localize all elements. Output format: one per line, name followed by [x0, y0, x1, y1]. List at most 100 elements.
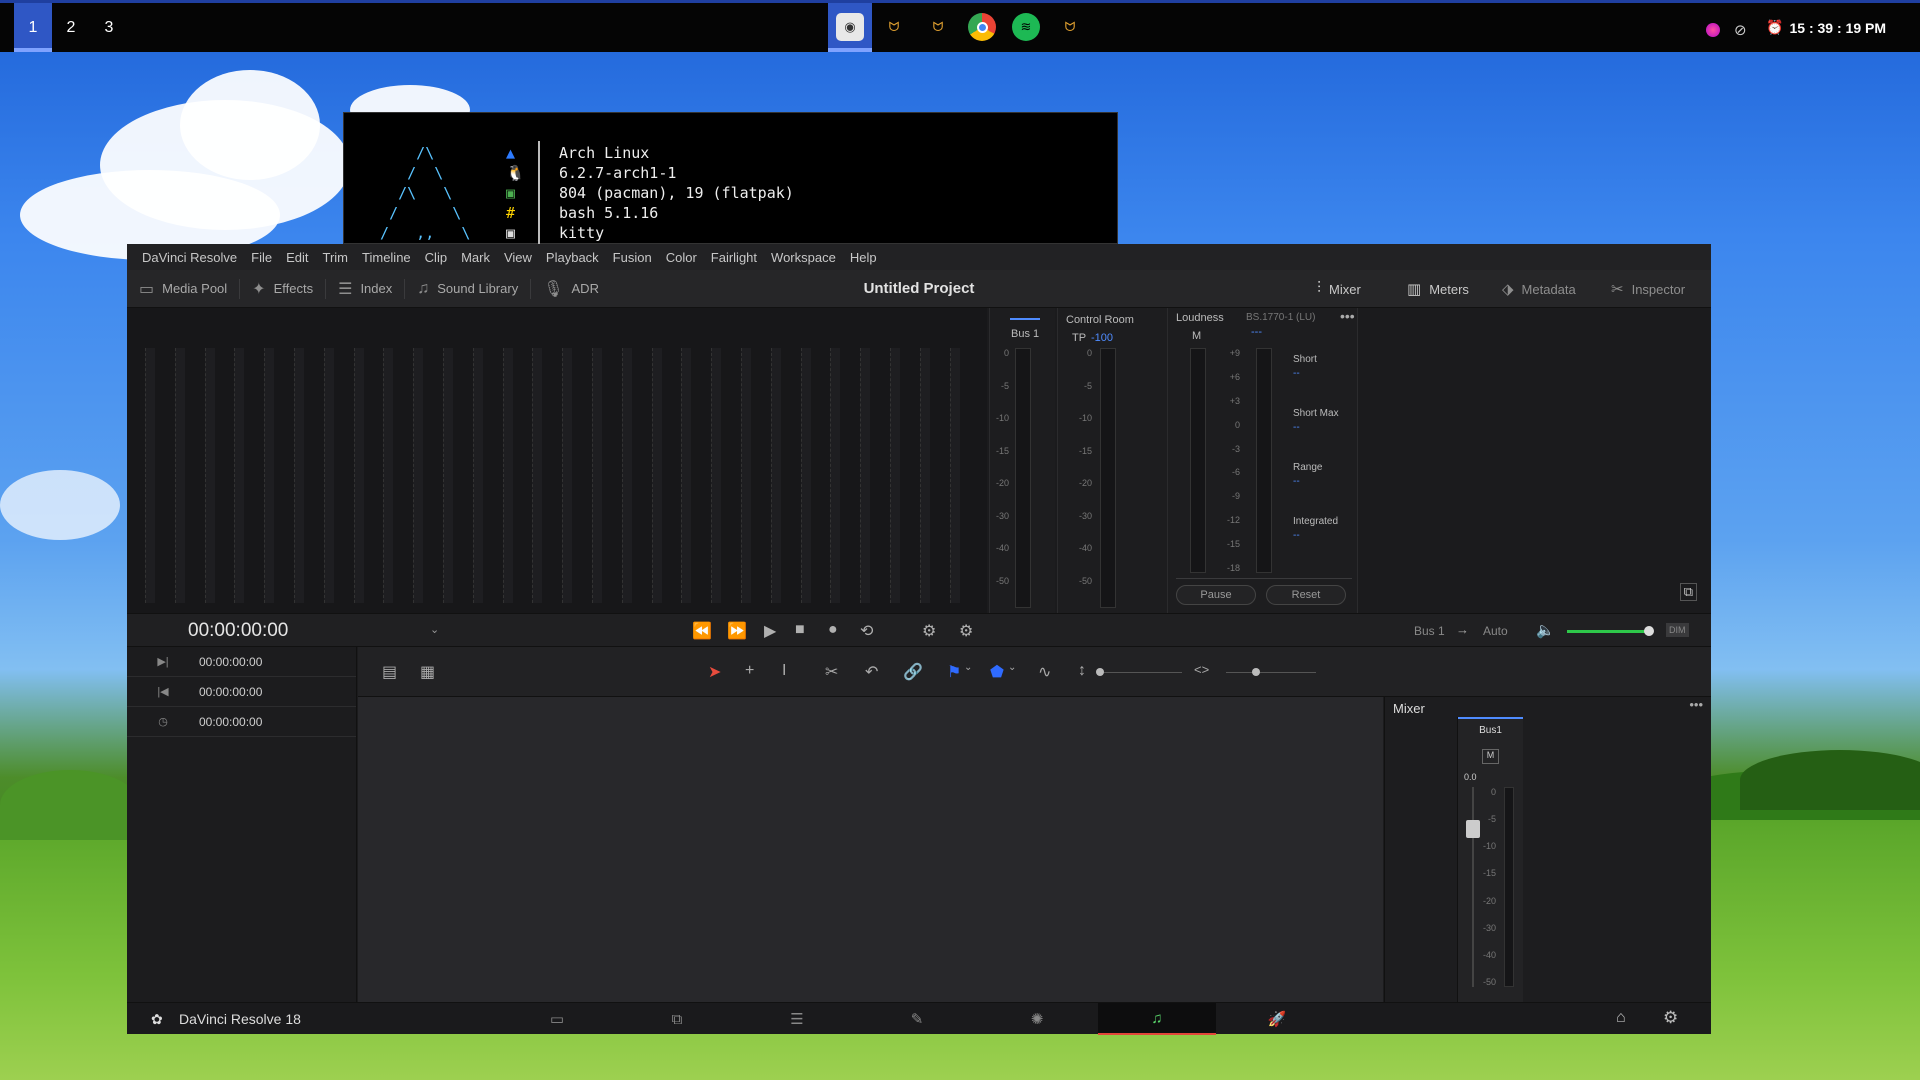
automation-icon[interactable]: ⚙ — [922, 621, 936, 641]
menu-color[interactable]: Color — [659, 250, 704, 265]
inspector-toggle-button[interactable]: ✂ Inspector — [1611, 270, 1685, 308]
flag-dropdown-icon[interactable]: ⌄ — [964, 662, 972, 673]
timeline-edit-toolbar: ▤ ▦ ➤ + I ✂ ↶ 🔗 ⚑ ⌄ ⬟ ⌄ ∿ ↕ <> — [358, 647, 1711, 697]
dim-button[interactable]: DIM — [1666, 623, 1689, 637]
menu-playback[interactable]: Playback — [539, 250, 606, 265]
razor-icon[interactable]: ✂ — [825, 662, 838, 682]
scale-label: -15 — [1226, 539, 1240, 550]
home-icon[interactable]: ⌂ — [1616, 1009, 1626, 1027]
vertical-zoom-knob[interactable] — [1096, 668, 1104, 676]
float-window-icon[interactable]: ⧉ — [1679, 583, 1697, 601]
fusion-page-tab[interactable]: ✎ — [858, 1003, 976, 1035]
true-peak-label: TP — [1072, 332, 1087, 344]
timeline-view-options-icon[interactable]: ▤ — [382, 662, 397, 682]
fader-handle[interactable] — [1466, 820, 1480, 838]
spotify-icon[interactable]: ≋ — [1012, 13, 1040, 41]
obs-icon: ◉ — [836, 13, 864, 41]
rewind-icon[interactable]: ⏪ — [692, 621, 712, 641]
output-bus-label[interactable]: Bus 1 — [1414, 624, 1445, 638]
horizontal-zoom-icon[interactable]: <> — [1194, 662, 1209, 677]
edit-page-tab[interactable]: ☰ — [738, 1003, 856, 1035]
output-mode-label[interactable]: Auto — [1483, 624, 1508, 638]
menu-mark[interactable]: Mark — [454, 250, 497, 265]
mixer-options-icon[interactable]: ••• — [1689, 697, 1703, 712]
speaker-icon[interactable]: 🔈 — [1536, 621, 1555, 639]
flag-icon[interactable]: ⚑ — [947, 662, 961, 682]
monitor-volume-slider[interactable] — [1567, 630, 1647, 633]
fast-forward-icon[interactable]: ⏩ — [727, 621, 747, 641]
play-icon[interactable]: ▶ — [764, 621, 776, 641]
selection-tool-icon[interactable]: ➤ — [708, 662, 721, 682]
menu-fairlight[interactable]: Fairlight — [704, 250, 764, 265]
cut-page-tab[interactable]: ⧉ — [618, 1003, 736, 1035]
kitty-icon[interactable]: ᗢ — [880, 13, 908, 41]
deliver-page-tab[interactable]: 🚀 — [1218, 1003, 1336, 1035]
settings-icon[interactable]: ⊘ — [1734, 21, 1747, 39]
menu-help[interactable]: Help — [843, 250, 884, 265]
loudness-options-icon[interactable]: ••• — [1340, 308, 1355, 324]
workspace-1[interactable]: 1 — [14, 3, 52, 52]
mixer-bus-name[interactable]: Bus1 — [1458, 719, 1523, 736]
snapping-icon[interactable]: ↶ — [865, 662, 878, 682]
link-icon[interactable]: 🔗 — [903, 662, 923, 682]
timecode-pane: ▶| 00:00:00:00 |◀ 00:00:00:00 ◷ 00:00:00:00 — [127, 647, 357, 1002]
scale-label: -15 — [995, 445, 1009, 456]
vertical-zoom-icon[interactable]: ↕ — [1078, 662, 1086, 680]
timecode-dropdown-icon[interactable]: ⌄ — [430, 623, 439, 636]
timecode-display[interactable]: 00:00:00:00 — [188, 620, 288, 642]
menu-trim[interactable]: Trim — [316, 250, 356, 265]
workspace-2[interactable]: 2 — [52, 3, 90, 52]
meters-toggle-button[interactable]: ▥ Meters — [1407, 270, 1469, 308]
horizontal-zoom-knob[interactable] — [1252, 668, 1260, 676]
horizontal-zoom-slider[interactable] — [1226, 672, 1316, 673]
adr-button[interactable]: 🎙 ADR — [531, 270, 611, 307]
sound-library-button[interactable]: ♫ Sound Library — [405, 270, 530, 307]
index-button[interactable]: ☰ Index — [326, 270, 404, 307]
taskbar-app-obs[interactable]: ◉ — [828, 3, 872, 52]
mute-button[interactable]: M — [1482, 749, 1499, 764]
effects-button[interactable]: ✦ Effects — [240, 270, 325, 307]
track-meter-column — [174, 348, 185, 603]
menu-workspace[interactable]: Workspace — [764, 250, 843, 265]
waveform-icon[interactable]: ∿ — [1038, 662, 1051, 682]
fader-track[interactable] — [1472, 787, 1474, 987]
loudness-standard[interactable]: BS.1770-1 (LU) — [1246, 312, 1315, 323]
scale-label: 0 — [1086, 348, 1092, 358]
record-icon[interactable]: ● — [828, 621, 838, 639]
menu-timeline[interactable]: Timeline — [355, 250, 418, 265]
loop-icon[interactable]: ⟲ — [860, 621, 873, 641]
reset-button[interactable]: Reset — [1266, 585, 1346, 605]
color-page-tab[interactable]: ✺ — [978, 1003, 1096, 1035]
track-meter-column — [949, 348, 960, 603]
menu-davinci-resolve[interactable]: DaVinci Resolve — [135, 250, 244, 265]
chrome-icon[interactable] — [968, 13, 996, 41]
project-settings-gear-icon[interactable]: ⚙ — [1663, 1008, 1678, 1028]
fairlight-page-tab[interactable]: ♫ — [1098, 1003, 1216, 1035]
edit-selection-icon[interactable]: I — [782, 662, 786, 680]
menu-clip[interactable]: Clip — [418, 250, 454, 265]
volume-slider-knob[interactable] — [1644, 626, 1654, 636]
automation-settings-icon[interactable]: ⚙ — [959, 621, 973, 641]
menu-edit[interactable]: Edit — [279, 250, 315, 265]
status-indicator-icon[interactable] — [1706, 23, 1720, 37]
grid-view-icon[interactable]: ▦ — [420, 662, 435, 682]
kitty-icon[interactable]: ᗢ — [1056, 13, 1084, 41]
marker-icon[interactable]: ⬟ — [990, 662, 1004, 682]
stop-icon[interactable]: ■ — [795, 621, 805, 639]
vertical-zoom-slider[interactable] — [1104, 672, 1182, 673]
menu-fusion[interactable]: Fusion — [606, 250, 659, 265]
pause-button[interactable]: Pause — [1176, 585, 1256, 605]
timeline-area[interactable] — [358, 697, 1383, 1002]
marker-dropdown-icon[interactable]: ⌄ — [1008, 662, 1016, 673]
menu-view[interactable]: View — [497, 250, 539, 265]
metadata-toggle-button[interactable]: ⬗ Metadata — [1502, 270, 1576, 308]
menu-file[interactable]: File — [244, 250, 279, 265]
media-pool-button[interactable]: ▭ Media Pool — [127, 270, 239, 307]
mixer-toggle-button[interactable]: ⫶ Mixer — [1317, 270, 1361, 308]
kitty-terminal-window[interactable]: /\ / \ /\ \ / \ / ,, \ ▲ 🐧 ▣ # ▣ Arch Li… — [343, 112, 1118, 245]
range-selection-icon[interactable]: + — [745, 662, 754, 680]
kitty-icon[interactable]: ᗢ — [924, 13, 952, 41]
workspace-3[interactable]: 3 — [90, 3, 128, 52]
microphone-icon: 🎙 — [543, 280, 564, 298]
media-page-tab[interactable]: ▭ — [498, 1003, 616, 1035]
